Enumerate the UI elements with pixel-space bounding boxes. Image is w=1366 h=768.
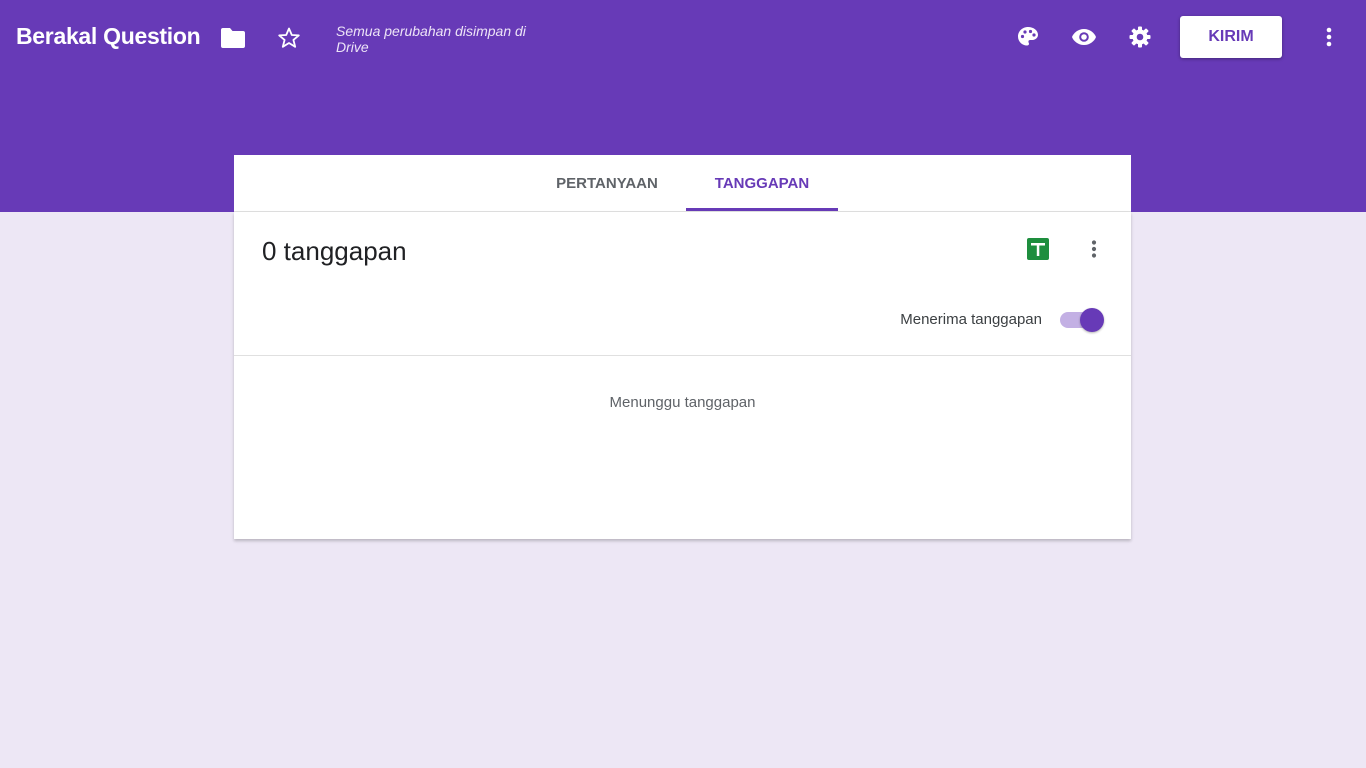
more-options-icon[interactable]: [1074, 229, 1114, 269]
empty-state-message: Menunggu tanggapan: [609, 394, 756, 411]
active-tab-indicator: [686, 208, 838, 211]
toggle-thumb: [1080, 308, 1104, 332]
sheets-icon[interactable]: [1026, 237, 1050, 261]
top-bar: Berakal Question Semua perubahan disimpa…: [0, 0, 1366, 76]
tab-bar: PERTANYAAN TANGGAPAN: [234, 155, 1131, 212]
accepting-responses-label: Menerima tanggapan: [900, 311, 1042, 328]
response-count: 0 tanggapan: [262, 236, 407, 266]
accepting-responses-toggle[interactable]: [1060, 308, 1104, 332]
responses-card: 0 tanggapan Menerima tanggapan Menunggu …: [234, 212, 1131, 539]
save-status: Semua perubahan disimpan di Drive: [336, 23, 526, 55]
form-title[interactable]: Berakal Question: [16, 23, 201, 50]
folder-icon[interactable]: [213, 18, 253, 58]
tab-responses[interactable]: TANGGAPAN: [686, 155, 838, 211]
send-button[interactable]: KIRIM: [1180, 16, 1282, 58]
gear-icon[interactable]: [1120, 17, 1160, 57]
eye-icon[interactable]: [1064, 17, 1104, 57]
tab-questions[interactable]: PERTANYAAN: [534, 155, 680, 211]
palette-icon[interactable]: [1008, 17, 1048, 57]
star-icon[interactable]: [269, 18, 309, 58]
divider: [234, 355, 1131, 356]
more-vert-icon[interactable]: [1309, 17, 1349, 57]
